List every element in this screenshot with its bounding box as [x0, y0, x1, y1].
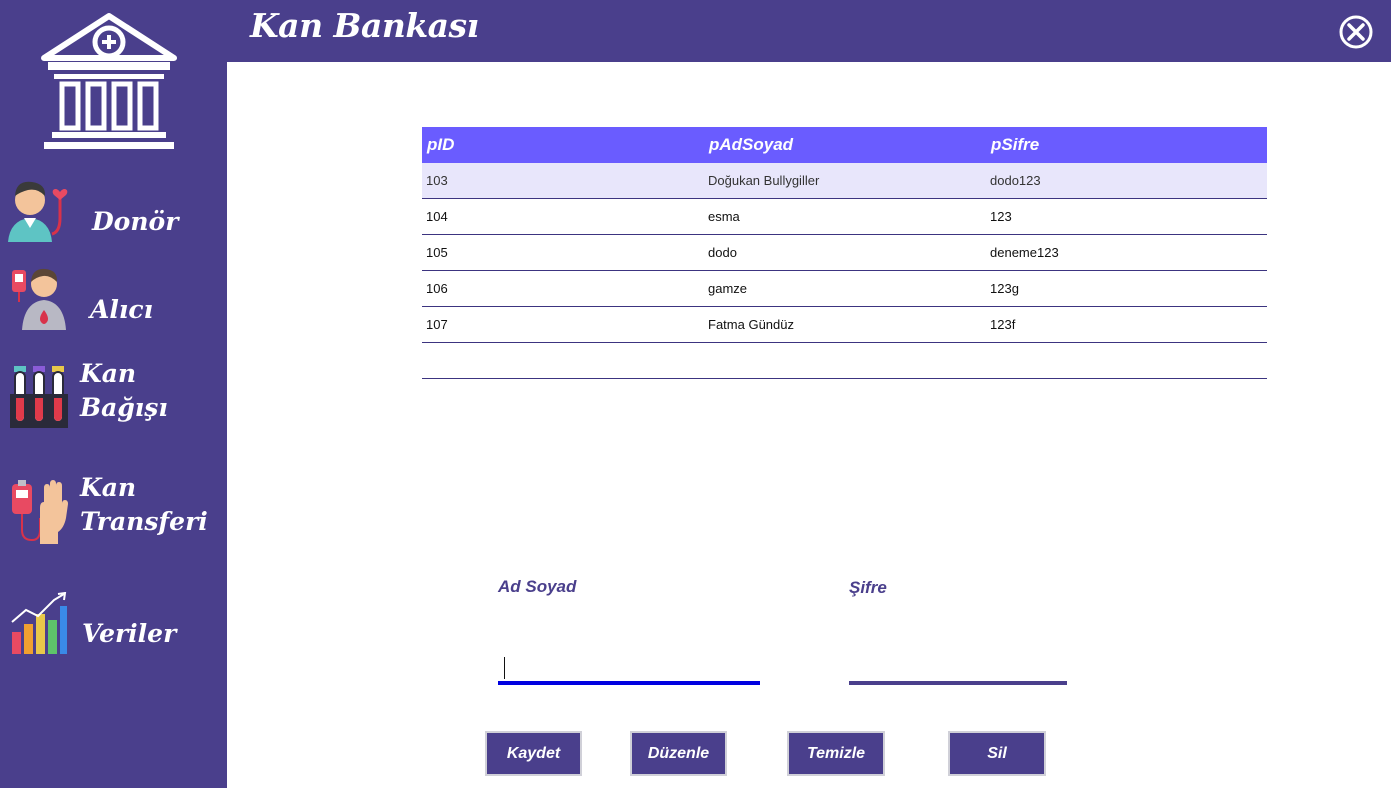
- cell-empty[interactable]: [704, 342, 986, 379]
- table-header-row: pID pAdSoyad pSifre: [422, 127, 1267, 163]
- recipient-icon: [12, 268, 66, 330]
- cell-name[interactable]: esma: [704, 198, 986, 235]
- table-row[interactable]: 105 dodo deneme123: [422, 234, 1267, 271]
- table-row[interactable]: 107 Fatma Gündüz 123f: [422, 306, 1267, 343]
- cell-empty[interactable]: [422, 342, 704, 379]
- nav-statistics[interactable]: Veriler: [0, 586, 227, 666]
- table-new-row[interactable]: [422, 342, 1267, 379]
- name-input-underline: [498, 681, 760, 685]
- nav-recipient-label: Alıcı: [90, 295, 154, 324]
- statistics-chart-icon: [11, 592, 67, 654]
- table-row[interactable]: 106 gamze 123g: [422, 270, 1267, 307]
- cell-pid[interactable]: 107: [422, 306, 704, 343]
- cell-password[interactable]: deneme123: [986, 234, 1267, 271]
- nav-blood-donation-label-1: Kan: [80, 359, 137, 388]
- cell-pid[interactable]: 104: [422, 198, 704, 235]
- password-label: Şifre: [849, 578, 887, 597]
- blood-tubes-icon: [10, 366, 68, 428]
- cell-password[interactable]: 123: [986, 198, 1267, 235]
- nav-blood-donation[interactable]: Kan Bağışı: [0, 356, 227, 436]
- password-input[interactable]: [849, 654, 1071, 682]
- password-input-underline: [849, 681, 1067, 685]
- donor-icon: [8, 181, 68, 242]
- blood-bank-logo-icon: [41, 13, 177, 149]
- nav-statistics-label: Veriler: [82, 619, 177, 648]
- column-header-pid[interactable]: pID: [422, 127, 704, 163]
- patients-table[interactable]: pID pAdSoyad pSifre 103 Doğukan Bullygil…: [422, 127, 1267, 379]
- app-title: Kan Bankası: [250, 6, 479, 45]
- column-header-pSifre[interactable]: pSifre: [986, 127, 1267, 163]
- close-icon[interactable]: [1338, 14, 1374, 50]
- edit-button[interactable]: Düzenle: [630, 731, 727, 776]
- cell-pid[interactable]: 103: [422, 163, 704, 199]
- cell-pid[interactable]: 105: [422, 234, 704, 271]
- blood-transfer-icon: [12, 480, 68, 544]
- clear-button[interactable]: Temizle: [787, 731, 885, 776]
- name-input[interactable]: [498, 654, 764, 682]
- nav-blood-transfer-label-2: Transferi: [80, 507, 208, 536]
- nav-recipient[interactable]: Alıcı: [0, 260, 227, 340]
- table-row[interactable]: 104 esma 123: [422, 198, 1267, 235]
- cell-empty[interactable]: [986, 342, 1267, 379]
- cell-name[interactable]: gamze: [704, 270, 986, 307]
- cell-pid[interactable]: 106: [422, 270, 704, 307]
- cell-password[interactable]: 123f: [986, 306, 1267, 343]
- column-header-pAdSoyad[interactable]: pAdSoyad: [704, 127, 986, 163]
- nav-donor-label: Donör: [92, 207, 179, 236]
- delete-button[interactable]: Sil: [948, 731, 1046, 776]
- nav-blood-transfer[interactable]: Kan Transferi: [0, 470, 227, 550]
- cell-name[interactable]: dodo: [704, 234, 986, 271]
- cell-password[interactable]: 123g: [986, 270, 1267, 307]
- cell-name[interactable]: Doğukan Bullygiller: [704, 163, 986, 199]
- cell-password[interactable]: dodo123: [986, 163, 1267, 199]
- text-caret: [504, 657, 505, 679]
- cell-name[interactable]: Fatma Gündüz: [704, 306, 986, 343]
- name-label: Ad Soyad: [498, 577, 577, 596]
- table-row[interactable]: 103 Doğukan Bullygiller dodo123: [422, 163, 1267, 199]
- nav-blood-transfer-label-1: Kan: [80, 473, 137, 502]
- nav-donor[interactable]: Donör: [0, 170, 227, 250]
- save-button[interactable]: Kaydet: [485, 731, 582, 776]
- nav-blood-donation-label-2: Bağışı: [80, 393, 168, 422]
